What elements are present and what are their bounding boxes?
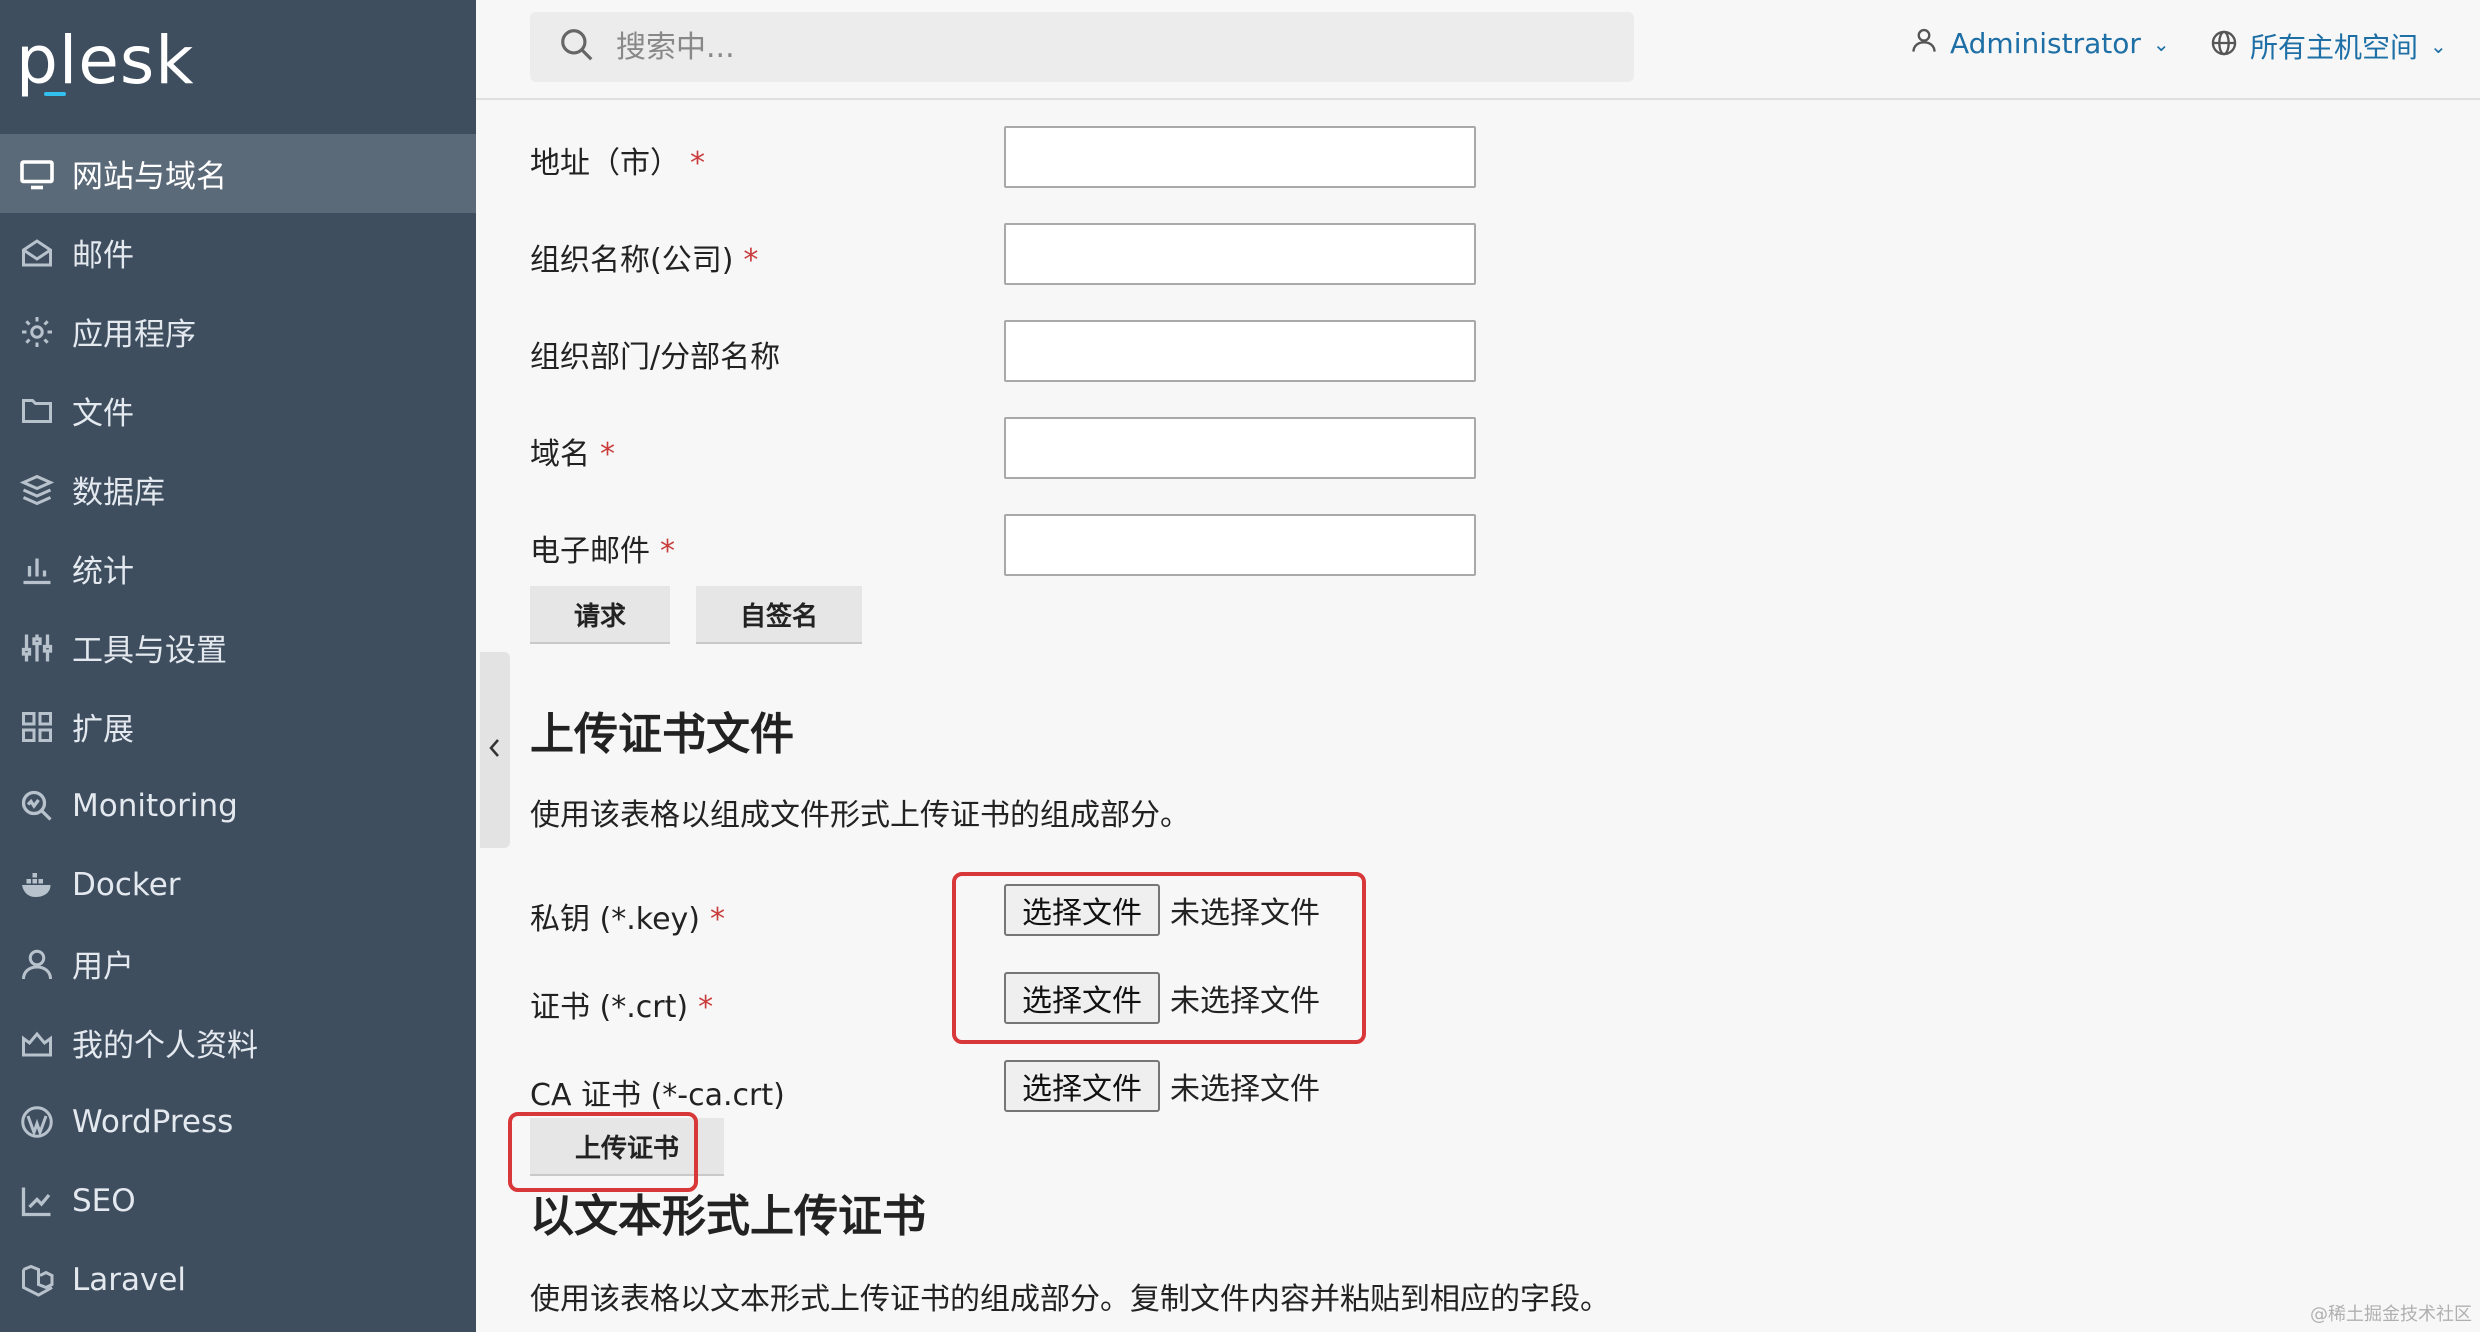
- sidebar-item-docker[interactable]: Docker: [0, 845, 476, 924]
- monitor-icon: [18, 155, 56, 193]
- profile-icon: [18, 1024, 56, 1062]
- sidebar-item-label: 统计: [72, 554, 134, 590]
- sidebar-item-websites-domains[interactable]: 网站与域名: [0, 134, 476, 213]
- sidebar-item-files[interactable]: 文件: [0, 371, 476, 450]
- ca-certificate-file-status: 未选择文件: [1170, 1072, 1320, 1107]
- main-content: 地址（市） * 组织名称(公司) * 组织部门/分部名称 域名 * 电子邮件 * 请求 …: [476, 102, 2480, 1332]
- sidebar: plesk 网站与域名 邮件 应用程序 文件 数据库 统计 工具与设置 扩展 M…: [0, 0, 476, 1332]
- sidebar-item-label: 文件: [72, 396, 134, 432]
- sidebar-item-applications[interactable]: 应用程序: [0, 292, 476, 371]
- sidebar-item-label: Laravel: [72, 1261, 187, 1298]
- organization-input[interactable]: [1004, 223, 1476, 285]
- ca-certificate-file-input: 选择文件 未选择文件: [1004, 1060, 1320, 1112]
- gear-icon: [18, 313, 56, 351]
- field-label-private-key: 私钥 (*.key) *: [530, 902, 725, 937]
- field-label-department: 组织部门/分部名称: [530, 340, 781, 375]
- sidebar-item-label: 我的个人资料: [72, 1028, 258, 1064]
- city-input[interactable]: [1004, 126, 1476, 188]
- search-input[interactable]: [616, 29, 1516, 65]
- folder-icon: [18, 392, 56, 430]
- sidebar-item-label: 扩展: [72, 712, 134, 748]
- domain-input[interactable]: [1004, 417, 1476, 479]
- user-menu[interactable]: Administrator ⌄: [1910, 26, 2170, 61]
- field-label-ca-certificate: CA 证书 (*-ca.crt): [530, 1078, 785, 1113]
- sidebar-item-wordpress[interactable]: WordPress: [0, 1082, 476, 1161]
- sidebar-item-my-profile[interactable]: 我的个人资料: [0, 1003, 476, 1082]
- sidebar-item-label: SEO: [72, 1182, 136, 1219]
- docker-icon: [18, 866, 56, 904]
- top-header: Administrator ⌄ 所有主机空间 ⌄: [476, 0, 2480, 100]
- sidebar-item-label: 应用程序: [72, 317, 196, 353]
- mail-icon: [18, 234, 56, 272]
- sidebar-item-seo[interactable]: SEO: [0, 1161, 476, 1240]
- chevron-down-icon: ⌄: [2430, 34, 2447, 58]
- sidebar-item-label: WordPress: [72, 1103, 234, 1140]
- sidebar-item-mail[interactable]: 邮件: [0, 213, 476, 292]
- field-label-email: 电子邮件 *: [530, 534, 675, 569]
- subscriptions-menu-label: 所有主机空间: [2250, 31, 2419, 64]
- department-input[interactable]: [1004, 320, 1476, 382]
- field-label-domain: 域名 *: [530, 437, 615, 472]
- bar-chart-icon: [18, 550, 56, 588]
- watermark: @稀土掘金技术社区: [2310, 1304, 2472, 1325]
- sidebar-item-label: 数据库: [72, 475, 165, 511]
- sidebar-item-statistics[interactable]: 统计: [0, 529, 476, 608]
- user-icon: [1910, 26, 1950, 61]
- self-signed-button[interactable]: 自签名: [696, 586, 862, 644]
- sidebar-item-label: 用户: [72, 949, 134, 985]
- sidebar-nav: 网站与域名 邮件 应用程序 文件 数据库 统计 工具与设置 扩展 Monitor…: [0, 134, 476, 1319]
- upload-files-description: 使用该表格以组成文件形式上传证书的组成部分。: [530, 798, 1190, 833]
- subscriptions-menu[interactable]: 所有主机空间 ⌄: [2210, 26, 2447, 66]
- globe-icon: [2210, 29, 2250, 64]
- chevron-down-icon: ⌄: [2152, 31, 2170, 56]
- wordpress-icon: [18, 1103, 56, 1141]
- sidebar-item-label: 网站与域名: [72, 159, 227, 195]
- field-label-certificate: 证书 (*.crt) *: [530, 990, 714, 1025]
- sidebar-item-extensions[interactable]: 扩展: [0, 687, 476, 766]
- ca-certificate-choose-file-button[interactable]: 选择文件: [1004, 1060, 1160, 1112]
- monitoring-icon: [18, 787, 56, 825]
- field-label-city: 地址（市） *: [530, 146, 705, 181]
- grid-icon: [18, 708, 56, 746]
- user-icon: [18, 945, 56, 983]
- field-label-organization: 组织名称(公司) *: [530, 243, 759, 278]
- sidebar-item-label: Docker: [72, 866, 181, 903]
- search-bar[interactable]: [530, 12, 1634, 82]
- sidebar-item-label: Monitoring: [72, 787, 238, 824]
- sidebar-item-laravel[interactable]: Laravel: [0, 1240, 476, 1319]
- sidebar-item-databases[interactable]: 数据库: [0, 450, 476, 529]
- upload-text-description: 使用该表格以文本形式上传证书的组成部分。复制文件内容并粘贴到相应的字段。: [530, 1282, 1610, 1317]
- email-field[interactable]: [1004, 514, 1476, 576]
- sidebar-item-users[interactable]: 用户: [0, 924, 476, 1003]
- sidebar-item-tools-settings[interactable]: 工具与设置: [0, 608, 476, 687]
- plesk-logo[interactable]: plesk: [16, 22, 194, 99]
- upload-text-title: 以文本形式上传证书: [530, 1191, 926, 1242]
- request-button[interactable]: 请求: [530, 586, 670, 644]
- sidebar-item-monitoring[interactable]: Monitoring: [0, 766, 476, 845]
- sliders-icon: [18, 629, 56, 667]
- upload-files-title: 上传证书文件: [530, 709, 794, 760]
- user-menu-label: Administrator: [1950, 27, 2141, 60]
- sidebar-item-label: 邮件: [72, 238, 134, 274]
- database-icon: [18, 471, 56, 509]
- highlight-box-file-inputs: [952, 872, 1366, 1044]
- search-icon: [558, 26, 596, 68]
- seo-icon: [18, 1182, 56, 1220]
- laravel-icon: [18, 1261, 56, 1299]
- sidebar-item-label: 工具与设置: [72, 633, 227, 669]
- logo-accent: [44, 92, 66, 96]
